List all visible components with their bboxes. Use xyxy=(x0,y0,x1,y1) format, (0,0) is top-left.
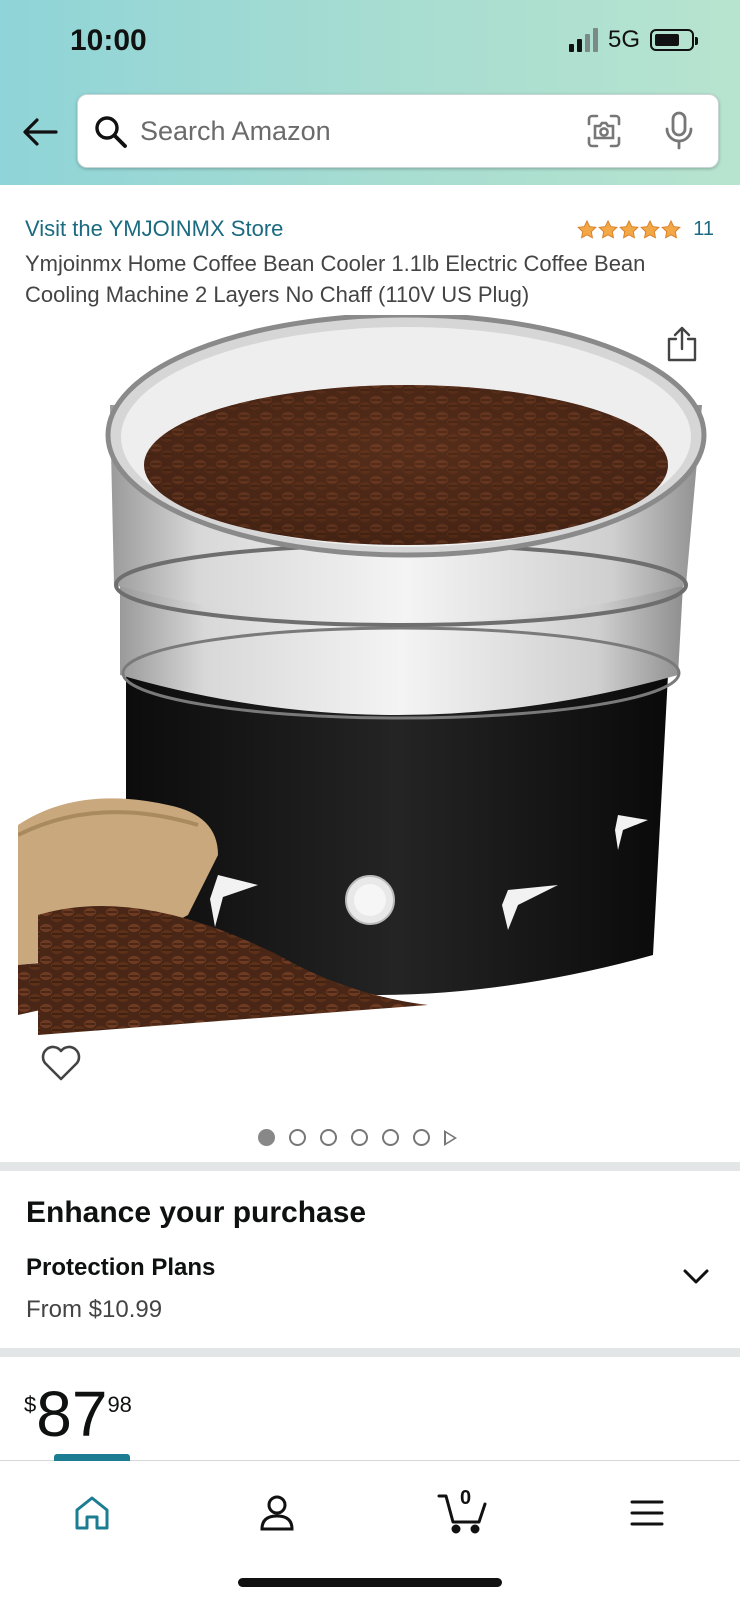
pagination-dot[interactable] xyxy=(351,1129,368,1146)
rating-summary[interactable]: 11 xyxy=(577,218,714,241)
status-time: 10:00 xyxy=(70,24,147,57)
protection-plan-price: From $10.99 xyxy=(26,1296,163,1323)
battery-icon xyxy=(650,29,698,51)
status-indicators: 5G xyxy=(568,26,698,54)
rating-count: 11 xyxy=(693,218,714,240)
star-icon xyxy=(577,220,598,239)
pagination-dot[interactable] xyxy=(320,1129,337,1146)
search-bar[interactable] xyxy=(77,94,719,168)
signal-icon xyxy=(568,28,598,52)
person-icon xyxy=(260,1495,294,1531)
protection-plan-row[interactable]: Protection Plans From $10.99 xyxy=(0,1244,740,1334)
nav-cart[interactable]: 0 xyxy=(428,1485,498,1541)
pagination-dot[interactable] xyxy=(258,1129,275,1146)
star-rating xyxy=(577,220,682,239)
protection-plan-title: Protection Plans xyxy=(26,1254,216,1281)
price: $ 87 98 xyxy=(24,1382,132,1446)
share-icon[interactable] xyxy=(665,325,699,368)
nav-menu[interactable] xyxy=(612,1485,682,1541)
price-fraction: 98 xyxy=(107,1392,132,1417)
enhance-title: Enhance your purchase xyxy=(26,1196,367,1229)
pagination-dot[interactable] xyxy=(413,1129,430,1146)
microphone-icon[interactable] xyxy=(664,111,694,156)
play-video-icon[interactable] xyxy=(444,1129,457,1146)
camera-scan-icon[interactable] xyxy=(586,113,622,154)
heart-wishlist-icon[interactable] xyxy=(36,1038,86,1088)
star-icon xyxy=(619,220,640,239)
home-indicator xyxy=(238,1578,502,1587)
star-icon xyxy=(640,220,661,239)
pagination-dot[interactable] xyxy=(289,1129,306,1146)
search-input[interactable] xyxy=(140,109,560,153)
product-image[interactable] xyxy=(17,312,722,1075)
store-link[interactable]: Visit the YMJOINMX Store xyxy=(25,216,283,242)
pagination-dot[interactable] xyxy=(382,1129,399,1146)
price-symbol: $ xyxy=(24,1392,37,1417)
network-label: 5G xyxy=(607,26,640,53)
back-arrow-icon[interactable] xyxy=(20,112,60,152)
home-icon xyxy=(75,1496,109,1530)
chevron-down-icon[interactable] xyxy=(682,1268,710,1291)
product-title: Ymjoinmx Home Coffee Bean Cooler 1.1lb E… xyxy=(25,251,646,307)
app-header: 10:00 5G xyxy=(0,0,740,185)
cart-count-badge: 0 xyxy=(460,1487,472,1509)
image-pagination xyxy=(258,1129,457,1146)
hamburger-menu-icon xyxy=(630,1500,664,1526)
section-divider xyxy=(0,1348,740,1357)
search-icon xyxy=(94,115,128,154)
price-whole: 87 xyxy=(36,1378,108,1450)
star-icon xyxy=(661,220,682,239)
star-icon xyxy=(598,220,619,239)
nav-account[interactable] xyxy=(242,1485,312,1541)
nav-home[interactable] xyxy=(57,1485,127,1541)
active-tab-indicator xyxy=(54,1454,130,1461)
section-divider xyxy=(0,1162,740,1171)
